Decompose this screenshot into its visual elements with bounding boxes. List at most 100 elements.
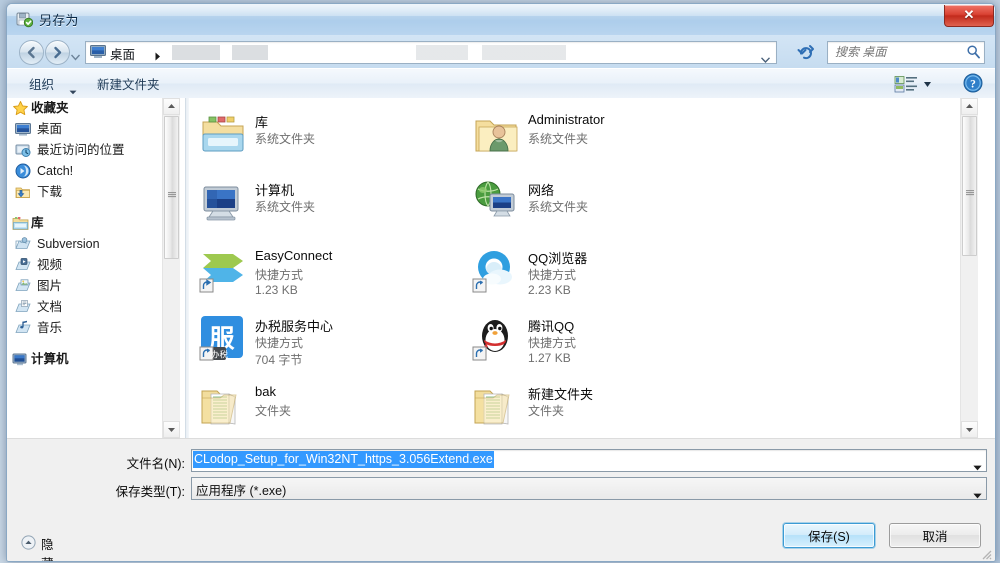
filename-combobox[interactable]: CLodop_Setup_for_Win32NT_https_3.056Exte… [191, 449, 987, 472]
list-item[interactable]: 计算机 系统文件夹 [193, 174, 453, 231]
breadcrumb-bar[interactable]: 桌面 [85, 41, 777, 64]
item-type: 快捷方式 [255, 268, 304, 282]
desktop-icon [15, 121, 32, 138]
sidebar-item-recent-places[interactable]: 最近访问的位置 [7, 140, 185, 161]
item-type: 系统文件夹 [528, 200, 589, 214]
list-item[interactable]: QQ浏览器 快捷方式 2.23 KB [466, 242, 726, 299]
refresh-button[interactable] [797, 43, 816, 61]
save-button[interactable]: 保存(S) [783, 523, 875, 548]
item-type: 快捷方式 [528, 268, 577, 282]
title-bar: 另存为 ✕ [7, 4, 995, 36]
sidebar-scroll-up-button[interactable] [163, 98, 180, 115]
sidebar-scrollbar[interactable] [162, 98, 180, 438]
item-size: 1.23 KB [255, 283, 298, 297]
help-icon: ? [963, 73, 983, 97]
item-type: 文件夹 [528, 404, 565, 418]
sidebar-item-downloads[interactable]: 下载 [7, 182, 185, 203]
sidebar-item-music[interactable]: 音乐 [7, 318, 185, 339]
desktop-background: 另存为 ✕ 桌面 搜索 桌面 组织 新建文件夹 ? 收藏夹 桌面 最近访问的位置… [0, 0, 1000, 563]
list-item[interactable]: 库 系统文件夹 [193, 106, 453, 163]
command-toolbar: 组织 新建文件夹 ? [7, 68, 995, 100]
titlebar-glass-overlay [7, 4, 995, 35]
easyconnect-icon [199, 246, 247, 294]
item-name: EasyConnect [255, 248, 333, 263]
file-list-scrollbar[interactable] [960, 98, 978, 438]
breadcrumb-desktop[interactable]: 桌面 [110, 44, 135, 63]
sidebar-label: 库 [31, 216, 44, 230]
library-folder-icon [199, 110, 247, 158]
dialog-footer: 文件名(N): CLodop_Setup_for_Win32NT_https_3… [7, 438, 995, 561]
sidebar-label: 最近访问的位置 [37, 143, 125, 157]
sidebar-item-videos[interactable]: 视频 [7, 255, 185, 276]
filename-label: 文件名(N): [126, 457, 185, 471]
scroll-grip-icon [966, 183, 974, 196]
list-item[interactable]: 新建文件夹 文件夹 [466, 378, 726, 435]
folder-icon [472, 382, 520, 430]
search-icon [967, 45, 980, 64]
catch-icon [15, 163, 32, 180]
sidebar-label: 桌面 [37, 122, 63, 136]
history-dropdown-button[interactable] [70, 48, 81, 61]
list-item[interactable]: Administrator 系统文件夹 [466, 106, 726, 163]
list-item[interactable]: 网络 系统文件夹 [466, 174, 726, 231]
sidebar-item-documents[interactable]: 文档 [7, 297, 185, 318]
view-options-icon [893, 76, 937, 98]
tax-service-icon: 服 办税 [199, 314, 247, 362]
filename-input[interactable]: CLodop_Setup_for_Win32NT_https_3.056Exte… [193, 451, 494, 468]
documents-icon [15, 299, 32, 316]
sidebar-item-subversion[interactable]: Subversion [7, 234, 185, 255]
sidebar-item-desktop[interactable]: 桌面 [7, 119, 185, 140]
network-icon [472, 178, 520, 226]
new-folder-button[interactable]: 新建文件夹 [89, 74, 168, 96]
forward-button[interactable] [45, 40, 70, 65]
videos-icon [15, 257, 32, 274]
save-as-dialog: 另存为 ✕ 桌面 搜索 桌面 组织 新建文件夹 ? 收藏夹 桌面 最近访问的位置… [6, 3, 996, 562]
search-input[interactable] [833, 44, 957, 60]
filetype-combobox[interactable]: 应用程序 (*.exe) [191, 477, 987, 500]
sidebar-item-computer[interactable]: 计算机 [7, 349, 185, 370]
filetype-dropdown-icon[interactable] [973, 486, 982, 499]
search-box[interactable] [827, 41, 985, 64]
sidebar-item-pictures[interactable]: 图片 [7, 276, 185, 297]
list-scroll-down-button[interactable] [961, 421, 978, 438]
downloads-icon [15, 184, 32, 201]
item-type: 系统文件夹 [255, 200, 316, 214]
cancel-button[interactable]: 取消 [889, 523, 981, 548]
breadcrumb-separator-icon[interactable] [154, 48, 162, 66]
organize-menu-button[interactable]: 组织 [21, 74, 62, 96]
list-item[interactable]: bak 文件夹 [193, 378, 453, 435]
sidebar-scroll-down-button[interactable] [163, 421, 180, 438]
library-folder-icon [15, 236, 32, 253]
breadcrumb-dropdown-icon[interactable] [760, 50, 771, 64]
sidebar-label: 视频 [37, 258, 63, 272]
back-button[interactable] [19, 40, 44, 65]
list-item[interactable]: EasyConnect 快捷方式 1.23 KB [193, 242, 453, 299]
sidebar-item-catch[interactable]: Catch! [7, 161, 185, 182]
item-type: 快捷方式 [255, 336, 304, 350]
svg-text:办税: 办税 [211, 350, 229, 361]
view-options-button[interactable] [893, 74, 937, 94]
resize-grip-icon[interactable] [979, 547, 992, 560]
sidebar-label: Subversion [37, 237, 100, 251]
list-item[interactable]: 服 办税 办税服务中心 快捷方式 704 字节 [193, 310, 453, 367]
sidebar-label: 下载 [37, 185, 63, 199]
library-icon [12, 215, 29, 232]
item-type: 系统文件夹 [255, 132, 316, 146]
filename-dropdown-icon[interactable] [973, 458, 982, 471]
chevron-up-circle-icon [21, 535, 36, 550]
recent-places-icon [15, 142, 32, 159]
close-button[interactable]: ✕ [944, 5, 994, 27]
sidebar-scroll-thumb[interactable] [164, 116, 179, 259]
sidebar-item-favorites[interactable]: 收藏夹 [7, 98, 185, 119]
list-scroll-up-button[interactable] [961, 98, 978, 115]
item-name: 办税服务中心 [255, 319, 334, 334]
sidebar-label: 计算机 [31, 352, 69, 366]
list-item[interactable]: 腾讯QQ 快捷方式 1.27 KB [466, 310, 726, 367]
navigation-pane[interactable]: 收藏夹 桌面 最近访问的位置 Catch! 下载 库 Subversion 视频… [7, 98, 185, 438]
sidebar-item-libraries[interactable]: 库 [7, 213, 185, 234]
help-button[interactable]: ? [963, 73, 983, 93]
list-scroll-thumb[interactable] [962, 116, 977, 256]
file-list-view[interactable]: 库 系统文件夹 Administrator 系统文件夹 计算机 系统文件夹 网络… [189, 98, 978, 438]
item-size: 1.27 KB [528, 351, 571, 365]
